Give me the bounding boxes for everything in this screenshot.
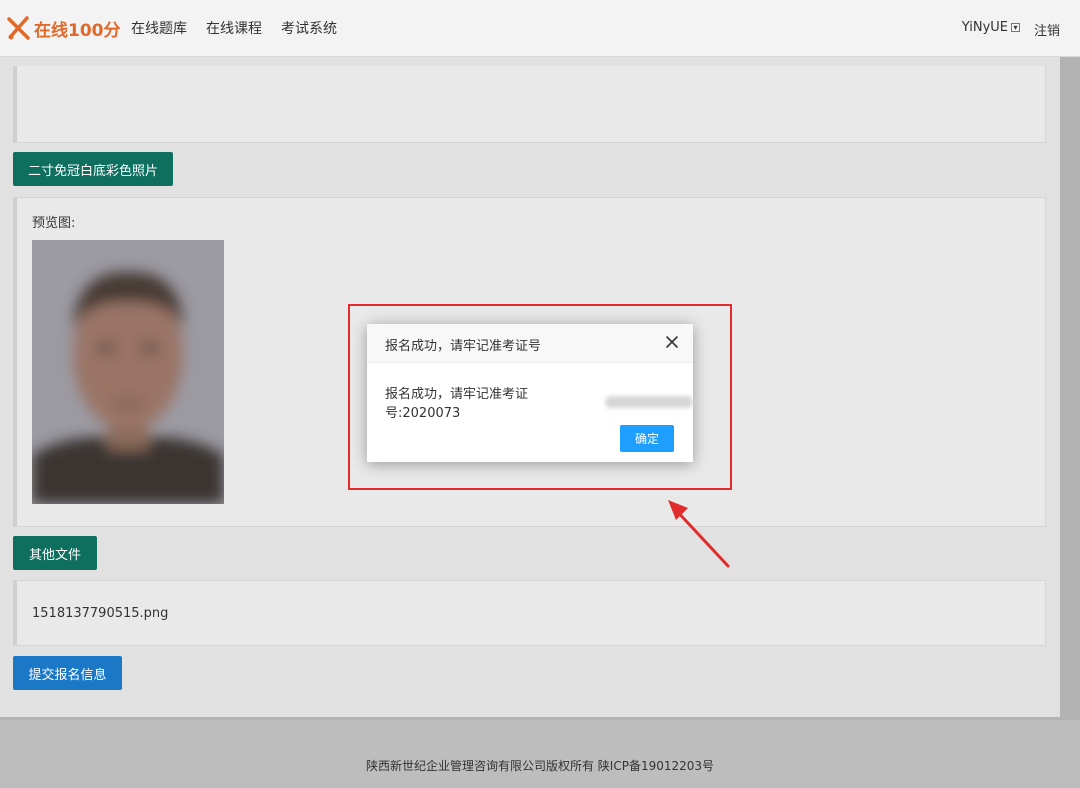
dialog-title: 报名成功，请牢记准考证号 bbox=[385, 339, 542, 354]
submit-registration-button[interactable]: 提交报名信息 bbox=[13, 656, 122, 690]
annotation-arrow bbox=[668, 500, 730, 568]
confirm-button[interactable]: 确定 bbox=[620, 425, 674, 452]
dialog-header: 报名成功，请牢记准考证号 bbox=[367, 324, 693, 363]
upper-panel bbox=[13, 66, 1046, 143]
site-logo[interactable]: 在线100分 bbox=[6, 14, 121, 42]
user-menu[interactable]: YiNyUE ▾ bbox=[962, 20, 1020, 35]
dialog-message-text: 报名成功，请牢记准考证号:2020073 bbox=[385, 387, 529, 421]
nav-item-exam-system[interactable]: 考试系统 bbox=[281, 18, 337, 38]
main-nav: 在线题库 在线课程 考试系统 bbox=[131, 18, 337, 38]
redacted-number bbox=[605, 396, 693, 408]
other-files-button[interactable]: 其他文件 bbox=[13, 536, 97, 570]
dialog-message: 报名成功，请牢记准考证号:2020073 bbox=[385, 383, 693, 421]
success-dialog: 报名成功，请牢记准考证号 报名成功，请牢记准考证号:2020073 确定 bbox=[367, 324, 693, 462]
logout-link[interactable]: 注销 bbox=[1034, 20, 1060, 39]
nav-item-question-bank[interactable]: 在线题库 bbox=[131, 18, 187, 38]
user-name: YiNyUE bbox=[961, 20, 1008, 35]
dropdown-icon: ▾ bbox=[1011, 23, 1020, 32]
logo-text: 在线100分 bbox=[34, 20, 121, 41]
uploaded-file-name[interactable]: 1518137790515.png bbox=[32, 606, 168, 621]
footer bbox=[0, 720, 1080, 788]
footer-copyright: 陕西新世纪企业管理咨询有限公司版权所有 陕ICP备19012203号 bbox=[365, 759, 715, 773]
close-icon[interactable] bbox=[665, 335, 679, 349]
top-navbar: 在线100分 在线题库 在线课程 考试系统 YiNyUE ▾ 注销 bbox=[0, 0, 1080, 57]
logo-icon bbox=[7, 16, 30, 40]
photo-upload-button[interactable]: 二寸免冠白底彩色照片 bbox=[13, 152, 173, 186]
nav-item-courses[interactable]: 在线课程 bbox=[206, 18, 262, 38]
id-photo-preview bbox=[32, 240, 224, 504]
preview-label: 预览图: bbox=[32, 216, 76, 231]
portrait-image bbox=[32, 240, 224, 504]
